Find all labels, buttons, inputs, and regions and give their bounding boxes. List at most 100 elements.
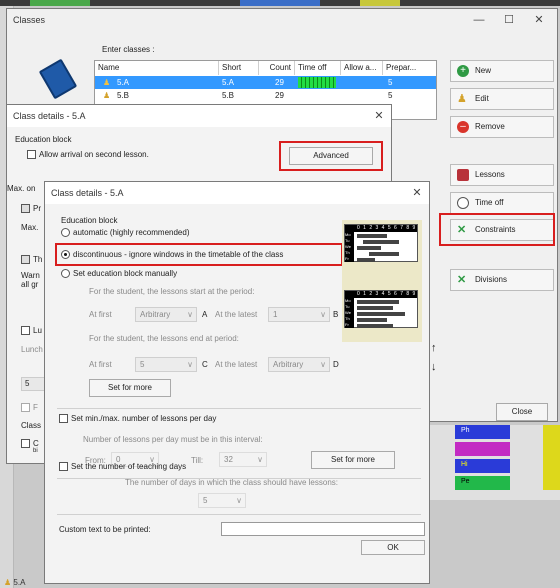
ok-button[interactable]: OK [361,540,425,555]
end-at-first-select[interactable]: 5 ∨ [135,357,197,372]
education-block-label: Education block [15,135,72,144]
select-value: 5 [140,360,145,369]
edit-button[interactable]: ♟ Edit [450,88,554,110]
automatic-label: automatic (highly recommended) [73,228,190,237]
column-header-prepar[interactable]: Prepar... [383,61,436,75]
pr-checkbox[interactable]: Pr [21,204,41,214]
separator [57,514,421,515]
lessons-button[interactable]: Lessons [450,164,554,186]
background-timetable-strip [0,0,560,6]
chevron-down-icon: ∨ [187,360,193,369]
timetable-cell: Ph [461,427,470,434]
timetable-cell: Pe [461,478,470,485]
start-at-first-label: At first [89,310,112,319]
class-edit-icon: ♟ [457,93,467,105]
remove-button-label: Remove [475,122,505,131]
class-item-label: 5.A [13,578,26,587]
divisions-button-label: Divisions [475,275,508,284]
table-row[interactable]: ♟ 5.B 5.B 29 5 [95,89,436,102]
start-at-latest-label: At the latest [215,310,258,319]
clock-icon [457,197,469,209]
max-label: Max. on [7,184,36,193]
close-icon[interactable]: ✕ [403,182,431,204]
lunch-label: Lunch [21,345,43,354]
move-up-icon[interactable]: ↑ [431,342,437,354]
custom-text-input[interactable] [221,522,425,536]
column-header-short[interactable]: Short [219,61,259,75]
column-header-name[interactable]: Name [95,61,219,75]
column-header-allow[interactable]: Allow a... [341,61,383,75]
time-off-button[interactable]: Time off [450,192,554,214]
row-prepar: 5 [388,78,393,87]
discontinuous-highlight [55,243,343,266]
constraints-highlight [439,213,555,246]
grid-header: 0 1 2 3 4 5 6 7 8 9 10 [345,225,417,238]
select-value: 32 [224,455,233,464]
end-at-latest-select[interactable]: Arbitrary ∨ [268,357,330,372]
advanced-highlight [279,141,383,171]
teaching-days-checkbox-real[interactable]: Set the number of teaching days [59,462,187,472]
close-icon[interactable]: ✕ [525,9,553,31]
th-checkbox[interactable]: Th [21,255,43,265]
teaching-days-label: Set the number of teaching days [71,462,187,471]
table-row[interactable]: ♟ 5.A 5.A 29 5 [95,76,436,89]
pr-label: Pr [33,204,41,213]
remove-button[interactable]: – Remove [450,116,554,138]
select-value: Arbitrary [273,360,304,369]
start-at-first-select[interactable]: Arbitrary ∨ [135,307,197,322]
background-class-item[interactable]: ♟ 5.A [4,578,25,587]
checkbox-box [21,204,30,214]
grid-day: Fr [345,256,354,262]
checkbox-box [21,255,30,265]
row-count: 29 [275,91,284,100]
set-for-more-button-2[interactable]: Set for more [311,451,395,469]
f-label: F [33,403,38,412]
new-button[interactable]: + New [450,60,554,82]
checkbox-box [21,403,30,413]
set-for-more-button[interactable]: Set for more [89,379,171,397]
separator [57,408,421,409]
checkbox-box [27,150,36,160]
c-checkbox[interactable]: C [21,439,39,449]
enter-classes-label: Enter classes : [102,45,155,54]
chevron-down-icon: ∨ [257,455,263,464]
row-name: 5.A [117,78,130,87]
column-header-count[interactable]: Count [259,61,295,75]
minimize-icon[interactable]: — [465,9,493,31]
radio-circle [61,269,70,279]
allow-arrival-label: Allow arrival on second lesson. [39,150,149,159]
th-label: Th [33,255,43,264]
manual-label: Set education block manually [73,269,178,278]
f-checkbox[interactable]: F [21,403,38,413]
column-header-time-off[interactable]: Time off [295,61,341,75]
class-icon: ♟ [103,91,111,100]
close-button[interactable]: Close [496,403,548,421]
class-details-front-window: Class details - 5.A ✕ Education block au… [44,181,430,584]
letter-b: B [333,310,339,319]
minmax-checkbox[interactable]: Set min./max. number of lessons per day [59,414,216,424]
divisions-button[interactable]: ✕ Divisions [450,269,554,291]
education-block-label: Education block [61,216,118,225]
new-button-label: New [475,66,492,75]
move-down-icon[interactable]: ↓ [431,361,437,373]
teaching-days-select[interactable]: 5 ∨ [198,493,246,508]
manual-radio[interactable]: Set education block manually [61,269,178,279]
till-select[interactable]: 32 ∨ [219,452,267,467]
select-value: 1 [273,310,278,319]
close-icon[interactable]: ✕ [365,105,393,127]
start-period-text: For the student, the lessons start at th… [89,287,255,296]
select-value: Arbitrary [140,310,171,319]
start-at-latest-select[interactable]: 1 ∨ [268,307,330,322]
class-icon: ♟ [4,578,12,587]
warn-label: Warn [21,271,40,280]
minus-icon: – [457,121,469,133]
end-at-latest-label: At the latest [215,360,258,369]
radio-circle [61,228,70,238]
select-value: 5 [203,496,208,505]
maximize-icon[interactable]: ☐ [495,9,523,31]
row-short: 5.A [222,78,235,87]
allow-arrival-checkbox[interactable]: Allow arrival on second lesson. [27,150,149,160]
lunch-checkbox[interactable]: Lu [21,326,42,336]
automatic-radio[interactable]: automatic (highly recommended) [61,228,190,238]
checkbox-box [59,462,68,472]
